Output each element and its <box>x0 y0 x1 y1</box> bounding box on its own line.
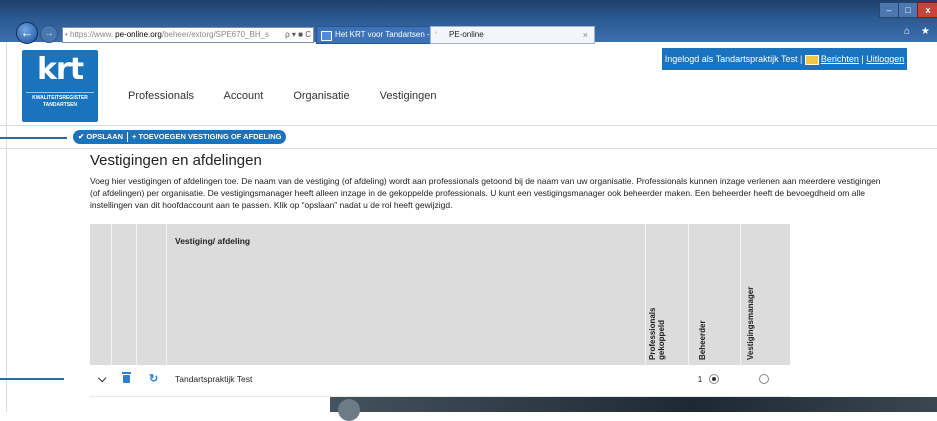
browser-chrome: ← → • https://www. pe-online.org/beheer/e… <box>0 0 937 44</box>
locations-table: Vestiging/ afdeling Professionals gekopp… <box>90 224 790 397</box>
envelope-icon <box>804 54 819 65</box>
column-divider <box>740 224 741 365</box>
logo-subtitle-line1: KWALITEITSREGISTER <box>32 95 88 101</box>
logout-link[interactable]: Uitloggen <box>866 54 904 64</box>
manager-header-text: Vestigingsmanager <box>746 286 755 360</box>
sync-icon[interactable]: ↻ <box>149 365 158 396</box>
column-divider <box>136 224 137 365</box>
page-title: Vestigingen en afdelingen <box>90 152 262 169</box>
expand-icon[interactable]: ⌵ <box>98 365 106 396</box>
address-scheme: • https://www. <box>65 30 114 39</box>
toolbar-divider <box>0 148 937 149</box>
beheerder-header-text: Beheerder <box>698 320 707 360</box>
nav-organisatie[interactable]: Organisatie <box>293 90 349 102</box>
logo-subtitle-line2: TANDARTSEN <box>42 102 78 108</box>
address-path: /beheer/extorg/SPE670_BH_s <box>161 30 270 39</box>
logo-divider <box>26 92 94 93</box>
table-header: Vestiging/ afdeling Professionals gekopp… <box>90 224 790 365</box>
annotation-guide <box>6 42 7 412</box>
user-bar: Ingelogd als Tandartspraktijk Test | Ber… <box>662 48 907 70</box>
column-divider <box>111 224 112 365</box>
messages-link[interactable]: Berichten <box>821 54 859 64</box>
professionals-header-line2: gekoppeld <box>657 319 666 360</box>
address-tools-icons[interactable]: ρ ▾ ■ C <box>285 28 311 42</box>
nav-professionals[interactable]: Professionals <box>128 90 194 102</box>
userbar-separator: | <box>861 54 864 64</box>
tab-label: PE-online <box>449 30 484 39</box>
close-window-button[interactable]: x <box>917 2 937 18</box>
krt-logo[interactable]: krt KWALITEITSREGISTER TANDARTSEN <box>22 50 98 122</box>
overlapping-window-icon <box>338 399 360 421</box>
professionals-header-line1: Professionals <box>648 307 657 360</box>
loading-icon: ’ <box>435 30 437 40</box>
column-header-location: Vestiging/ afdeling <box>175 236 251 246</box>
back-button[interactable]: ← <box>16 22 38 44</box>
maximize-button[interactable]: □ <box>898 2 918 18</box>
header-divider <box>0 125 937 126</box>
address-bar[interactable]: • https://www. pe-online.org/beheer/extor… <box>62 27 314 43</box>
forward-button[interactable]: → <box>40 25 58 43</box>
minimize-button[interactable]: – <box>879 2 899 18</box>
add-location-button[interactable]: + TOEVOEGEN VESTIGING OF AFDELING <box>132 132 281 141</box>
column-header-beheerder: Beheerder <box>698 320 707 360</box>
logged-in-text: Ingelogd als Tandartspraktijk Test | <box>664 54 803 64</box>
tab-krt[interactable]: Het KRT voor Tandartsen - Kw... <box>316 26 448 44</box>
tab-favicon-icon <box>321 31 332 41</box>
save-button[interactable]: ✔ OPSLAAN <box>78 132 123 141</box>
toolbar-separator <box>127 132 129 143</box>
action-toolbar: ✔ OPSLAAN + TOEVOEGEN VESTIGING OF AFDELI… <box>73 130 287 144</box>
address-host: pe-online.org <box>115 30 162 39</box>
logo-mark: krt <box>36 52 84 87</box>
overlapping-window <box>330 397 937 412</box>
main-nav: Professionals Account Organisatie Vestig… <box>128 90 464 102</box>
trash-icon[interactable] <box>122 372 131 383</box>
nav-account[interactable]: Account <box>224 90 264 102</box>
beheerder-radio[interactable] <box>709 374 719 384</box>
location-name: Tandartspraktijk Test <box>175 374 253 384</box>
table-row: ⌵ ↻ Tandartspraktijk Test 1 <box>90 365 790 397</box>
column-header-vestigingsmanager: Vestigingsmanager <box>746 287 755 360</box>
column-divider <box>166 224 167 365</box>
vestigingsmanager-radio[interactable] <box>759 374 769 384</box>
annotation-line <box>0 378 64 380</box>
column-divider <box>645 224 646 365</box>
column-divider <box>688 224 689 365</box>
annotation-line <box>0 137 67 139</box>
professionals-count: 1 <box>697 374 703 384</box>
tab-pe-online[interactable]: ’ PE-online × <box>430 26 595 44</box>
page-description: Voeg hier vestigingen of afdelingen toe.… <box>90 176 881 210</box>
home-star-icons[interactable]: ⌂ ★ <box>904 26 934 37</box>
tab-close-icon[interactable]: × <box>583 27 588 43</box>
column-header-professionals: Professionals gekoppeld <box>648 308 666 360</box>
nav-vestigingen[interactable]: Vestigingen <box>380 90 437 102</box>
